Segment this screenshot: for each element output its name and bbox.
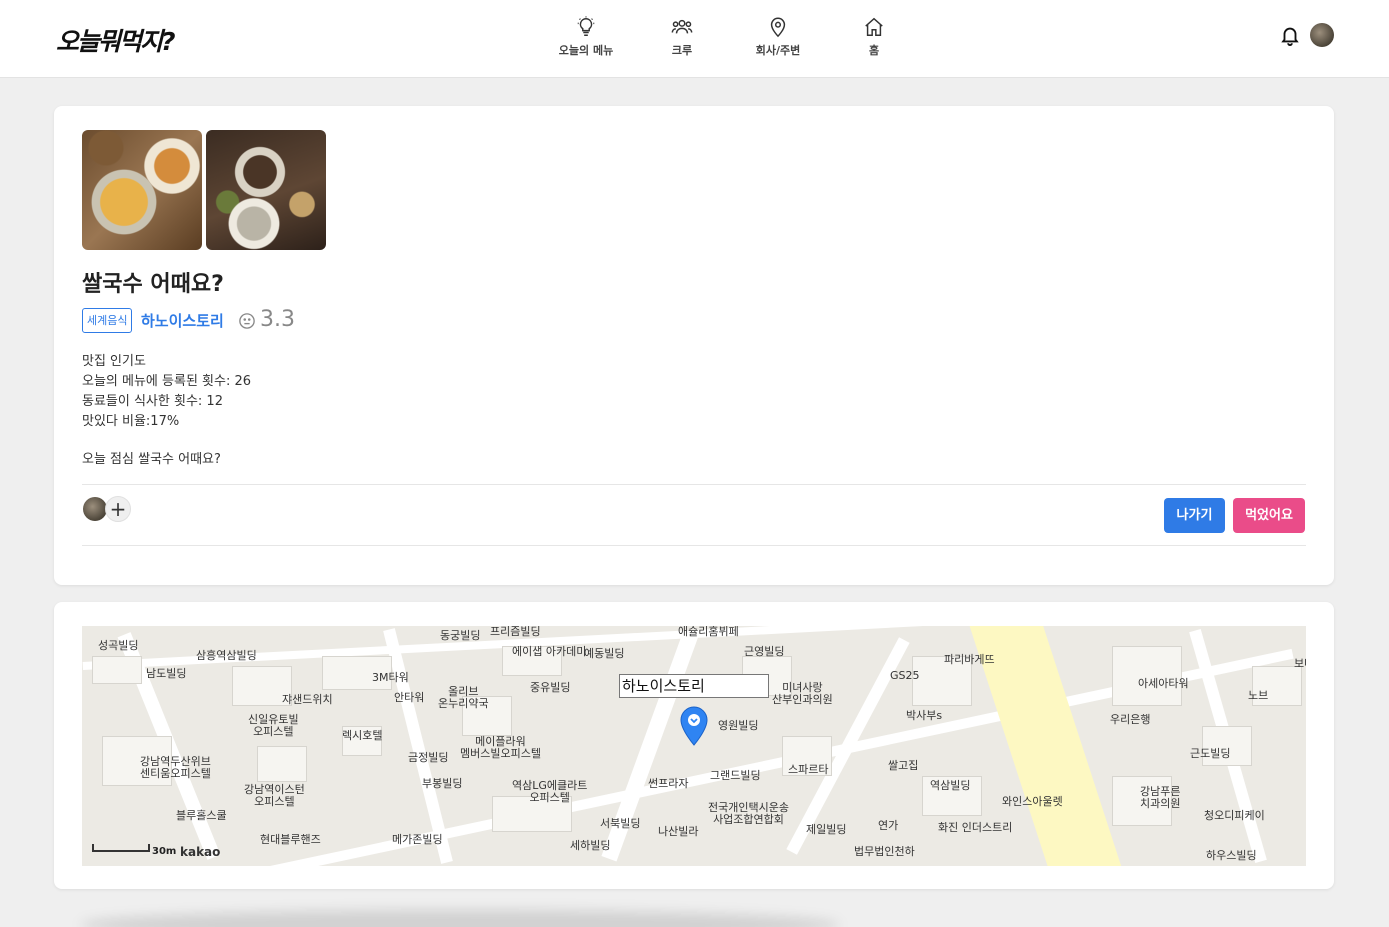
leave-button[interactable]: 나가기 — [1164, 498, 1225, 533]
map-place-label: 그랜드빌딩 — [710, 769, 761, 782]
map-place-label: 화진 인더스트리 — [938, 821, 1013, 834]
map-place-label: 강남역두산위브 센티움오피스텔 — [140, 755, 211, 780]
map-marker-icon[interactable] — [680, 706, 708, 746]
home-icon — [865, 17, 883, 36]
bell-icon[interactable] — [1279, 24, 1301, 46]
map-place-label: 메가존빌딩 — [392, 833, 443, 846]
map-place-label: 우리은행 — [1110, 713, 1151, 726]
divider — [82, 545, 1306, 546]
restaurant-map[interactable]: 성곡빌딩삼흥역삼빌딩남도빌딩쟈샌드위치신일유토빌 오피스텔강남역두산위브 센티움오피… — [82, 626, 1306, 866]
post-title: 쌀국수 어때요? — [82, 272, 224, 297]
lightbulb-icon — [577, 16, 595, 36]
nav-label: 홈 — [868, 44, 880, 57]
map-place-label: 서북빌딩 — [600, 817, 641, 830]
map-place-label: 파리바게뜨 — [944, 653, 995, 666]
ate-button[interactable]: 먹었어요 — [1233, 498, 1305, 533]
popularity-heading: 맛집 인기도 — [82, 354, 146, 369]
add-member-button[interactable]: + — [105, 496, 131, 522]
stat-registered: 오늘의 메뉴에 등록된 횟수: 26 — [82, 374, 252, 389]
map-place-label: 썬프라자 — [648, 777, 689, 790]
stat-ratio: 맛있다 비율:17% — [82, 414, 180, 429]
map-scale-label: 30m — [152, 846, 177, 857]
map-place-label: 쟈샌드위치 — [282, 693, 333, 706]
map-place-label: 미녀사랑 산부인과의원 — [772, 681, 833, 706]
food-photo-1[interactable] — [82, 130, 202, 250]
popularity-info: 맛집 인기도 오늘의 메뉴에 등록된 횟수: 26 동료들이 식사한 횟수: 1… — [82, 352, 251, 432]
map-place-label: 와인스아울렛 — [1002, 795, 1063, 808]
map-place-label: 블루홀스쿨 — [176, 809, 227, 822]
map-place-label: 남도빌딩 — [146, 667, 187, 680]
map-place-label: 부봉빌딩 — [422, 777, 463, 790]
nav-home[interactable]: 홈 — [829, 16, 919, 58]
map-place-label: 에이샙 아카데미 — [512, 645, 587, 658]
category-badge: 세계음식 — [82, 308, 133, 333]
map-place-label: 신일유토빌 오피스텔 — [248, 713, 299, 738]
food-photo-2[interactable] — [206, 130, 326, 250]
map-place-label: 동궁빌딩 — [440, 629, 481, 642]
map-place-label: 안타워 — [394, 691, 425, 704]
map-place-label: 보나비 — [1294, 657, 1306, 670]
map-place-label: 중유빌딩 — [530, 681, 571, 694]
map-place-label: 현대블루핸즈 — [260, 833, 321, 846]
stat-eaten: 동료들이 식사한 횟수: 12 — [82, 394, 223, 409]
map-place-label: 아세아타워 — [1138, 677, 1189, 690]
map-place-label: 강남역이스턴 오피스텔 — [244, 783, 305, 808]
menu-post-card: 쌀국수 어때요? 세계음식 하노이스토리 3.3 맛집 인기도 오늘의 메뉴에 … — [54, 106, 1334, 585]
map-place-label: 연가 — [878, 819, 899, 832]
neutral-face-icon — [239, 313, 255, 329]
map-place-label: 역삼빌딩 — [930, 779, 971, 792]
map-place-label: 성곡빌딩 — [98, 639, 139, 652]
nav-label: 크루 — [671, 44, 693, 57]
next-card-shadow — [80, 910, 840, 927]
map-place-label: 삼흥역삼빌딩 — [196, 649, 257, 662]
map-place-label: 스파르타 — [788, 763, 829, 776]
nav-label: 오늘의 메뉴 — [558, 44, 614, 57]
user-avatar[interactable] — [1310, 23, 1334, 47]
nav-crew[interactable]: 크루 — [637, 16, 727, 58]
map-place-label: 쌀고집 — [888, 759, 919, 772]
map-place-label: 법무법인천하 — [854, 845, 915, 858]
map-place-label: 올리브 온누리약국 — [438, 685, 489, 710]
restaurant-name-link[interactable]: 하노이스토리 — [141, 310, 224, 331]
location-pin-icon — [770, 17, 786, 38]
map-place-label: 전국개인택시운송 사업조합연합회 — [708, 801, 789, 826]
map-place-label: 예동빌딩 — [584, 647, 625, 660]
map-place-label: 렉시호텔 — [342, 729, 383, 742]
map-infowindow[interactable]: 하노이스토리 — [619, 674, 769, 698]
map-place-label: 청오디피케이 — [1204, 809, 1265, 822]
member-avatar[interactable] — [83, 497, 107, 521]
map-place-label: GS25 — [890, 669, 920, 682]
map-place-label: 박사부s — [906, 709, 943, 722]
map-place-label: 하우스빌딩 — [1206, 849, 1257, 862]
map-place-label: 프리즘빌딩 — [490, 626, 541, 638]
post-description: 오늘 점심 쌀국수 어때요? — [82, 452, 221, 467]
group-icon — [671, 19, 693, 34]
map-place-label: 근도빌딩 — [1190, 747, 1231, 760]
nav-today-menu[interactable]: 오늘의 메뉴 — [541, 16, 631, 58]
map-place-label: 세하빌딩 — [570, 839, 611, 852]
divider — [82, 484, 1306, 485]
map-provider-logo: kakao — [180, 845, 221, 859]
map-place-label: 제일빌딩 — [806, 823, 847, 836]
map-place-label: 강남푸른 치과의원 — [1140, 785, 1181, 810]
nav-label: 회사/주변 — [755, 44, 801, 57]
map-card: 성곡빌딩삼흥역삼빌딩남도빌딩쟈샌드위치신일유토빌 오피스텔강남역두산위브 센티움오피… — [54, 602, 1334, 889]
rating-value: 3.3 — [260, 307, 295, 332]
top-navigation-bar: 오늘뭐먹지? 오늘의 메뉴 크루 회사/주변 홈 — [0, 0, 1389, 78]
map-place-label: 애슐리홈뷔페 — [678, 626, 739, 638]
map-place-label: 영원빌딩 — [718, 719, 759, 732]
map-place-label: 노브 — [1248, 689, 1269, 702]
map-place-label: 나산빌라 — [658, 825, 699, 838]
map-place-label: 근영빌딩 — [744, 645, 785, 658]
nav-company-nearby[interactable]: 회사/주변 — [733, 16, 823, 58]
map-place-label: 금정빌딩 — [408, 751, 449, 764]
map-place-label: 3M타워 — [372, 671, 409, 684]
map-place-label: 역삼LG에클라트 오피스텔 — [512, 779, 588, 804]
map-place-label: 메이플라워 멤버스빌오피스텔 — [460, 735, 541, 760]
app-logo[interactable]: 오늘뭐먹지? — [56, 22, 176, 58]
map-scale-bar — [92, 844, 150, 852]
